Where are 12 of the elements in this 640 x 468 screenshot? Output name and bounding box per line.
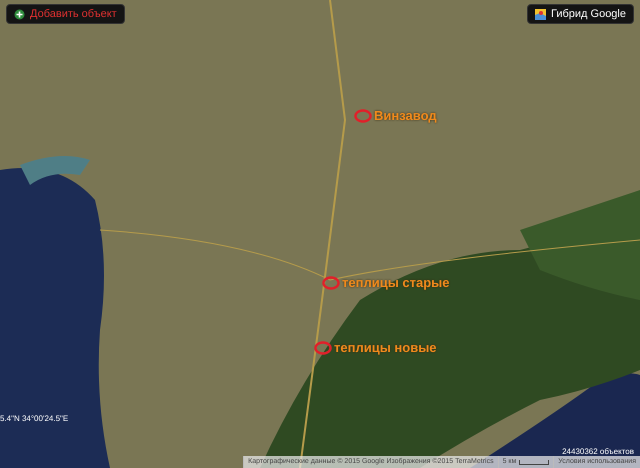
coordinates-text: 5.4"N 34°00'24.5"E xyxy=(0,414,68,423)
marker-label: теплицы новые xyxy=(334,340,437,355)
object-count: 24430362 объектов xyxy=(562,447,634,456)
add-object-button[interactable]: Добавить объект xyxy=(6,4,125,24)
map-type-button[interactable]: Гибрид Google xyxy=(527,4,634,24)
marker-label: Винзавод xyxy=(374,108,437,123)
plus-icon xyxy=(14,8,25,20)
scale-bar-icon xyxy=(519,460,550,464)
map-icon xyxy=(535,8,546,20)
circle-marker-icon[interactable] xyxy=(354,108,372,122)
circle-marker-icon[interactable] xyxy=(322,276,340,290)
circle-marker-icon[interactable] xyxy=(314,340,332,354)
